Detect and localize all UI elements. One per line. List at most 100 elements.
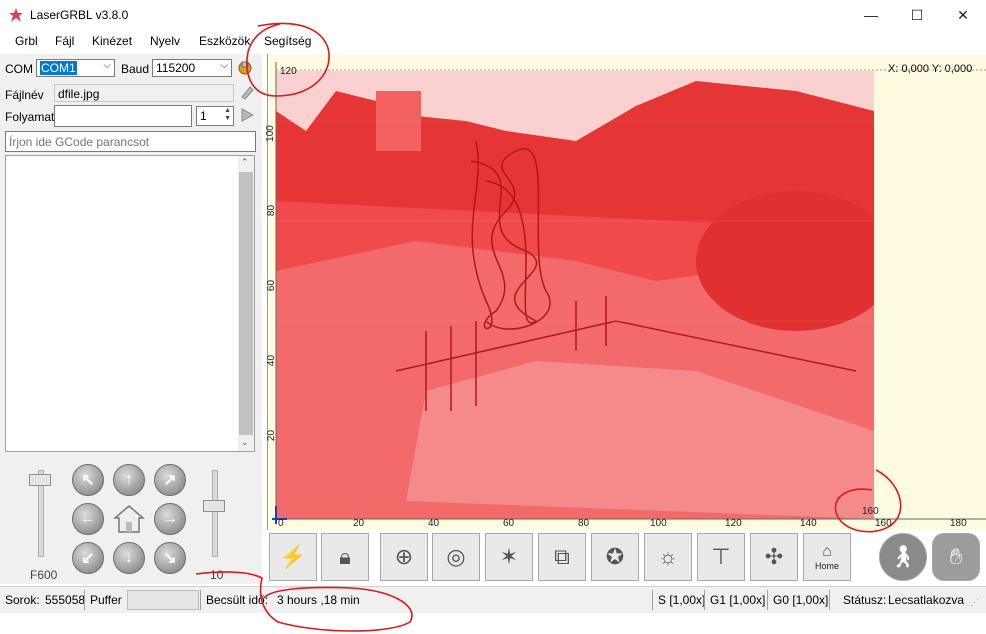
target-icon: ◎ (446, 544, 466, 569)
log-scrollbar-thumb[interactable] (239, 172, 253, 435)
step-slider-thumb[interactable] (203, 500, 225, 512)
y-tick-60: 60 (266, 279, 278, 292)
y-tick-20: 20 (266, 429, 278, 442)
walking-person-icon: 🚶︎ (889, 544, 917, 569)
connect-icon[interactable] (236, 59, 254, 77)
copies-stepper[interactable]: 1 ▲ ▼ (196, 106, 234, 126)
home-button[interactable]: ⌂ Home (803, 533, 851, 581)
lines-label: Sorok: (5, 593, 40, 607)
jog-e-button[interactable]: → (154, 503, 186, 535)
star-circle-button[interactable]: ✪ (591, 533, 639, 581)
filename-field: dfile.jpg (54, 84, 234, 102)
jog-nw-button[interactable]: ↖ (72, 464, 104, 496)
spindle-button[interactable]: ⊤ (697, 533, 745, 581)
fan-icon: ✣ (764, 544, 784, 569)
x-tick-120: 120 (725, 518, 742, 529)
divider (767, 590, 768, 610)
close-button[interactable]: ✕ (940, 0, 986, 30)
star-cursor-icon: ✶ (499, 544, 519, 569)
com-port-select[interactable]: COM1 ⌵ (36, 59, 115, 77)
arrow-up-right-icon: ↗ (163, 472, 177, 489)
step-label: 10 (210, 568, 224, 582)
frame-button[interactable]: ⧉ (538, 533, 586, 581)
home-button-label: Home (814, 561, 839, 571)
jog-ne-button[interactable]: ↗ (154, 464, 186, 496)
gcode-command-input[interactable] (5, 131, 256, 152)
baud-label: Baud (121, 62, 150, 76)
divider (84, 590, 85, 610)
menu-language[interactable]: Nyelv (150, 34, 180, 48)
filename-label: Fájlnév (5, 88, 44, 102)
menu-help[interactable]: Segítség (264, 34, 311, 48)
menu-view[interactable]: Kinézet (92, 34, 132, 48)
g0-override[interactable]: G0 [1,00x] (773, 593, 828, 607)
bulb-icon: ☼ (657, 544, 679, 569)
log-scrollbar[interactable]: ⌃ ⌄ (238, 156, 254, 451)
speed-slider-thumb[interactable] (29, 474, 51, 486)
s-override[interactable]: S [1,00x] (658, 593, 705, 607)
scroll-up-icon[interactable]: ⌃ (241, 157, 249, 168)
jog-n-button[interactable]: ↑ (113, 464, 145, 496)
com-label: COM (5, 62, 33, 76)
arrow-down-right-icon: ↘ (163, 550, 177, 567)
x-tick-60: 60 (503, 518, 515, 529)
rulers (272, 62, 986, 524)
home-icon[interactable] (113, 503, 145, 535)
app-logo-icon (9, 8, 23, 22)
resize-grip-icon[interactable]: ⋰ (970, 597, 979, 608)
fan-button[interactable]: ✣ (750, 533, 798, 581)
menu-grbl[interactable]: Grbl (15, 34, 38, 48)
baud-rate-select[interactable]: 115200 ⌵ (152, 59, 232, 77)
star-circle-icon: ✪ (605, 544, 625, 569)
home-button-icon: ⌂ (822, 543, 832, 560)
frame-icon: ⧉ (554, 544, 570, 569)
speed-label: F600 (30, 568, 58, 582)
globe-pin-button[interactable]: ⊕ (380, 533, 428, 581)
lock-icon: 🔒︎ (339, 544, 351, 569)
jog-sw-button[interactable]: ↙ (72, 542, 104, 574)
arrow-left-icon: ← (80, 510, 96, 527)
x-max-label: 160 (862, 506, 879, 517)
chevron-down-icon: ⌵ (220, 60, 228, 71)
menu-tools[interactable]: Eszközök (199, 34, 250, 48)
arrow-down-left-icon: ↙ (81, 550, 95, 567)
menu-bar: Grbl Fájl Kinézet Nyelv Eszközök Segítsé… (0, 30, 986, 54)
target-button[interactable]: ◎ (432, 533, 480, 581)
resume-button[interactable]: 🚶︎ (879, 533, 927, 581)
copies-value: 1 (200, 109, 207, 123)
x-tick-20: 20 (353, 518, 365, 529)
divider (704, 590, 705, 610)
lightning-button[interactable]: ⚡ (269, 533, 317, 581)
stop-button[interactable]: ✋︎ (932, 533, 980, 581)
title-bar: LaserGRBL v3.8.0 — ☐ ✕ (0, 0, 986, 30)
lines-value: 555058 (45, 593, 86, 607)
open-file-icon[interactable] (239, 84, 255, 100)
jog-se-button[interactable]: ↘ (154, 542, 186, 574)
maximize-button[interactable]: ☐ (894, 0, 940, 30)
chevron-down-icon: ⌵ (103, 60, 111, 71)
run-icon[interactable] (240, 108, 254, 122)
lock-button[interactable]: 🔒︎ (321, 533, 369, 581)
x-tick-160: 160 (875, 518, 892, 529)
g1-override[interactable]: G1 [1,00x] (710, 593, 765, 607)
x-tick-80: 80 (578, 518, 590, 529)
jog-w-button[interactable]: ← (72, 503, 104, 535)
divider (200, 590, 201, 610)
jog-s-button[interactable]: ↓ (113, 542, 145, 574)
step-slider-track[interactable] (212, 470, 218, 557)
com-port-value: COM1 (40, 61, 77, 75)
status-value: Lecsatlakozva (888, 593, 965, 607)
star-cursor-button[interactable]: ✶ (485, 533, 533, 581)
baud-rate-value: 115200 (156, 61, 196, 75)
globe-pin-icon: ⊕ (394, 544, 414, 569)
stepper-arrows-icon[interactable]: ▲ ▼ (224, 107, 231, 123)
x-tick-40: 40 (428, 518, 440, 529)
bulb-button[interactable]: ☼ (644, 533, 692, 581)
y-max-label: 120 (280, 66, 297, 77)
scroll-down-icon[interactable]: ⌄ (241, 437, 249, 448)
menu-file[interactable]: Fájl (55, 34, 74, 48)
spindle-icon: ⊤ (711, 544, 731, 569)
arrow-down-icon: ↓ (125, 549, 133, 566)
x-tick-140: 140 (800, 518, 817, 529)
minimize-button[interactable]: — (848, 0, 894, 30)
